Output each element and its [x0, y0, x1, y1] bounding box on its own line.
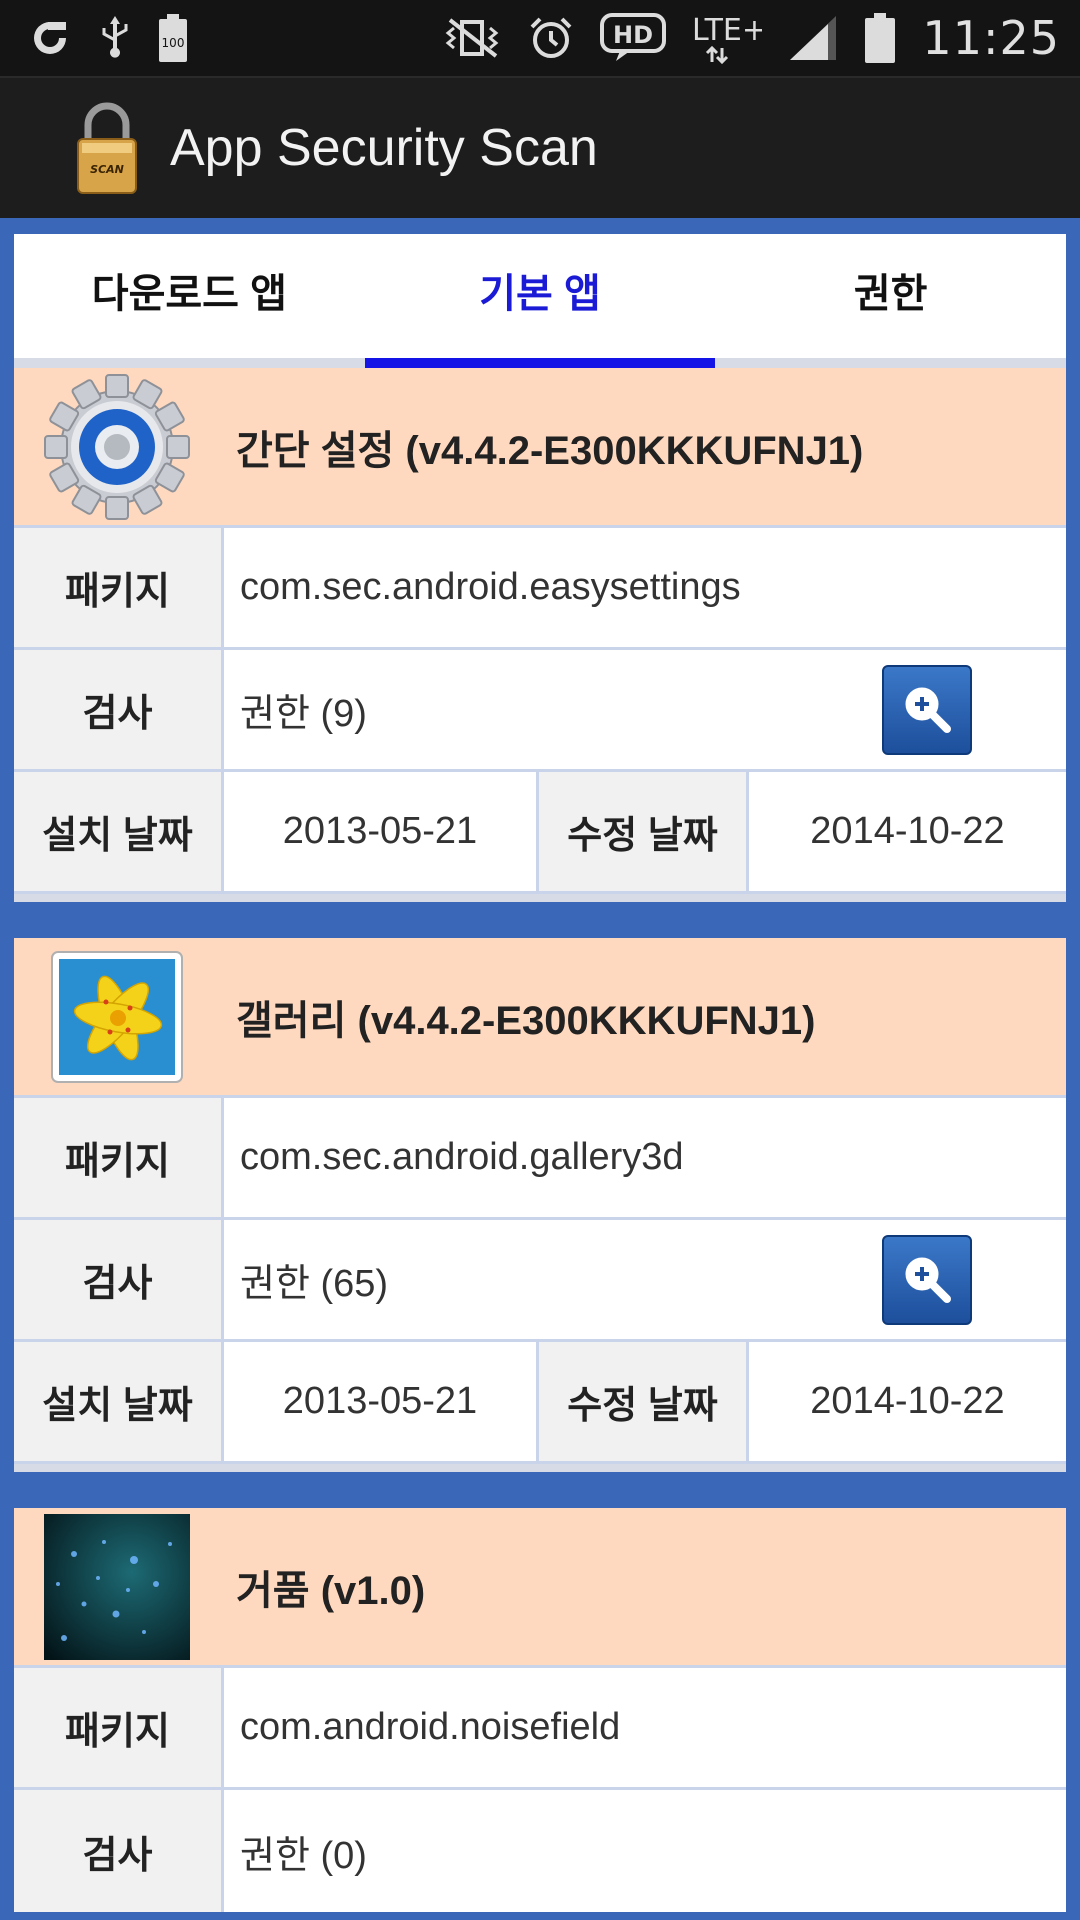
- package-label: 패키지: [14, 1098, 224, 1217]
- modified-date-label: 수정 날짜: [539, 1342, 749, 1461]
- sync-icon: [28, 16, 72, 60]
- card-divider: [14, 1464, 1066, 1472]
- scan-row: 검사 권한 (65): [14, 1220, 1066, 1342]
- tab-default-apps[interactable]: 기본 앱: [364, 234, 716, 368]
- scan-row: 검사 권한 (9): [14, 650, 1066, 772]
- app-card[interactable]: 간단 설정 (v4.4.2-E300KKKUFNJ1) 패키지 com.sec.…: [14, 368, 1066, 902]
- status-bar: 100 HD LTE+ 11:25: [0, 0, 1080, 76]
- app-card[interactable]: 거품 (v1.0) 패키지 com.android.noisefield 검사 …: [14, 1508, 1066, 1912]
- view-permissions-button[interactable]: [882, 1234, 972, 1325]
- tab-downloaded-apps[interactable]: 다운로드 앱: [14, 234, 365, 358]
- battery-icon: [864, 12, 896, 64]
- package-row: 패키지 com.sec.android.easysettings: [14, 528, 1066, 650]
- package-name: com.android.noisefield: [240, 1706, 621, 1748]
- scan-row: 검사 권한 (0): [14, 1790, 1066, 1912]
- app-card[interactable]: 갤러리 (v4.4.2-E300KKKUFNJ1) 패키지 com.sec.an…: [14, 938, 1066, 1472]
- battery-level-text: 100: [162, 36, 185, 50]
- clock: 11:25: [922, 11, 1060, 65]
- dates-row: 설치 날짜 2013-05-21 수정 날짜 2014-10-22: [14, 1342, 1066, 1464]
- scan-value: 권한 (0): [224, 1790, 1066, 1912]
- network-label: LTE+: [692, 13, 762, 48]
- magnify-plus-icon: [905, 687, 951, 733]
- action-bar: SCAN App Security Scan: [0, 76, 1080, 218]
- permission-count: 권한 (65): [240, 1263, 389, 1305]
- gallery-flower-icon: [42, 942, 192, 1092]
- app-card-header[interactable]: 갤러리 (v4.4.2-E300KKKUFNJ1): [14, 938, 1066, 1098]
- install-date-label: 설치 날짜: [14, 772, 224, 891]
- package-row: 패키지 com.android.noisefield: [14, 1668, 1066, 1790]
- dates-row: 설치 날짜 2013-05-21 수정 날짜 2014-10-22: [14, 772, 1066, 894]
- tab-bar: 다운로드 앱 기본 앱 권한: [14, 234, 1066, 368]
- app-title: App Security Scan: [170, 119, 598, 177]
- signal-icon: [788, 14, 838, 62]
- scan-value: 권한 (65): [224, 1220, 1066, 1339]
- hd-voice-icon: HD: [600, 13, 667, 63]
- main-content: 다운로드 앱 기본 앱 권한 간단 설정 (v4.4.2-E300KKKUFNJ…: [14, 234, 1066, 1920]
- logo-scan-text: SCAN: [90, 163, 124, 176]
- install-date-label: 설치 날짜: [14, 1342, 224, 1461]
- padlock-scan-logo-icon: SCAN: [74, 101, 140, 195]
- vibrate-icon: [442, 16, 502, 60]
- usb-icon: [98, 14, 132, 62]
- app-title: 갤러리 (v4.4.2-E300KKKUFNJ1): [236, 998, 816, 1043]
- scan-label: 검사: [14, 650, 224, 769]
- scan-label: 검사: [14, 1790, 224, 1912]
- lte-plus-icon: LTE+: [692, 10, 762, 66]
- scan-value: 권한 (9): [224, 650, 1066, 769]
- card-divider: [14, 894, 1066, 902]
- modified-date: 2014-10-22: [810, 810, 1005, 852]
- package-label: 패키지: [14, 528, 224, 647]
- install-date: 2013-05-21: [224, 772, 539, 891]
- install-date: 2013-05-21: [224, 1342, 539, 1461]
- hd-label: HD: [613, 21, 653, 49]
- package-name: com.sec.android.gallery3d: [240, 1136, 684, 1178]
- tab-permissions[interactable]: 권한: [715, 234, 1066, 358]
- alarm-icon: [528, 15, 574, 61]
- bubbles-wallpaper-icon: [42, 1512, 192, 1662]
- app-card-header[interactable]: 간단 설정 (v4.4.2-E300KKKUFNJ1): [14, 368, 1066, 528]
- app-title: 거품 (v1.0): [236, 1568, 426, 1613]
- permission-count: 권한 (0): [240, 1834, 367, 1877]
- scan-label: 검사: [14, 1220, 224, 1339]
- view-permissions-button[interactable]: [882, 664, 972, 755]
- modified-date-label: 수정 날짜: [539, 772, 749, 891]
- app-card-header[interactable]: 거품 (v1.0): [14, 1508, 1066, 1668]
- package-label: 패키지: [14, 1668, 224, 1787]
- battery-saver-icon: 100: [158, 13, 188, 63]
- app-title: 간단 설정 (v4.4.2-E300KKKUFNJ1): [236, 428, 864, 473]
- package-name: com.sec.android.easysettings: [240, 566, 741, 608]
- permission-count: 권한 (9): [240, 693, 367, 735]
- package-row: 패키지 com.sec.android.gallery3d: [14, 1098, 1066, 1220]
- modified-date: 2014-10-22: [810, 1380, 1005, 1422]
- gear-settings-icon: [42, 372, 192, 522]
- magnify-plus-icon: [905, 1257, 951, 1303]
